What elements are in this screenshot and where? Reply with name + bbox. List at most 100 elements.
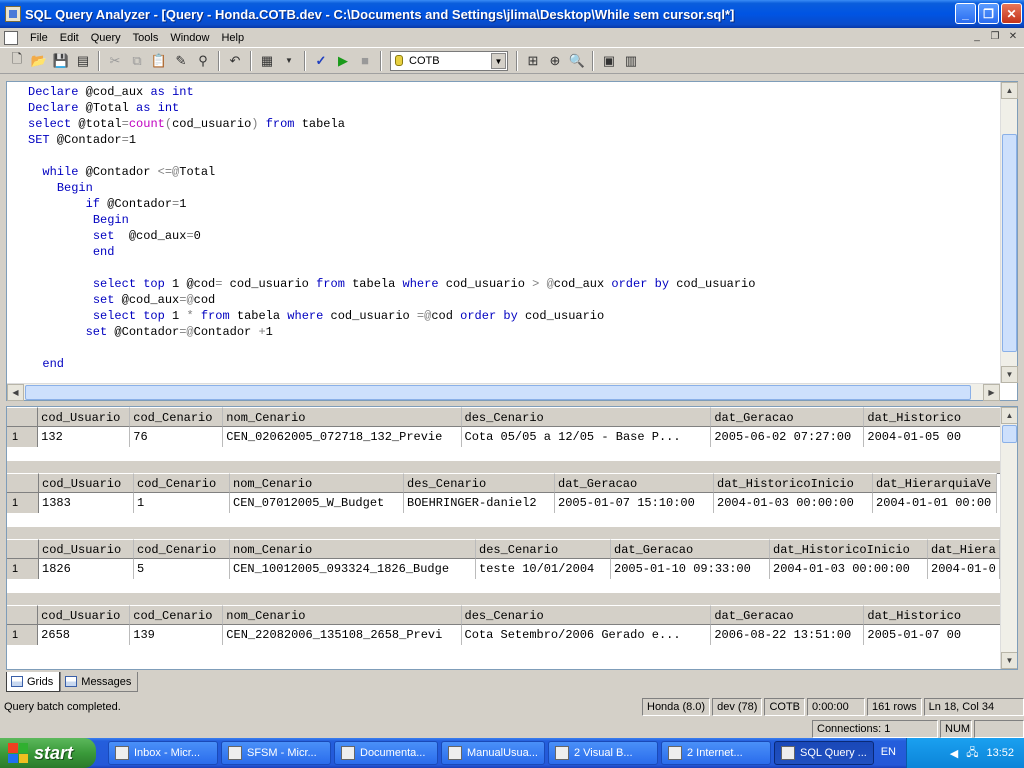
tray-arrow-icon[interactable]: ◀ [950, 747, 958, 760]
result-grid-2[interactable]: cod_Usuario cod_Cenario nom_Cenario des_… [7, 473, 1001, 513]
table-cell[interactable]: Cota 05/05 a 12/05 - Base P... [462, 427, 712, 447]
column-header[interactable]: dat_Geracao [711, 407, 865, 427]
column-header[interactable]: nom_Cenario [223, 407, 462, 427]
open-icon[interactable]: 📂 [28, 50, 50, 72]
table-cell[interactable]: 1383 [39, 493, 134, 513]
row-index[interactable]: 1 [7, 625, 39, 645]
column-header[interactable]: cod_Usuario [39, 539, 134, 559]
parse-icon[interactable]: ✓ [310, 50, 332, 72]
task-inbox[interactable]: Inbox - Micr... [108, 741, 218, 765]
table-cell[interactable]: 2005-01-07 15:10:00 [555, 493, 714, 513]
code-line[interactable]: Declare @cod_aux as int [28, 84, 755, 100]
task-visual-basic[interactable]: 2 Visual B... [548, 741, 658, 765]
task-sfsm[interactable]: SFSM - Micr... [221, 741, 331, 765]
new-query-icon[interactable]: 🗋 [6, 50, 28, 72]
table-cell[interactable]: CEN_22082006_135108_2658_Previ [223, 625, 462, 645]
code-line[interactable]: select top 1 * from tabela where cod_usu… [28, 308, 755, 324]
table-cell[interactable]: 2005-06-02 07:27:00 [711, 427, 865, 447]
table-cell[interactable]: CEN_02062005_072718_132_Previe [223, 427, 462, 447]
object-browser-icon[interactable]: ⊞ [522, 50, 544, 72]
scroll-down-icon[interactable]: ▼ [1001, 652, 1017, 669]
table-cell[interactable]: 2005-01-07 00 [864, 625, 1001, 645]
object-search-icon[interactable]: ⊕ [544, 50, 566, 72]
table-row[interactable]: 1 2658 139 CEN_22082006_135108_2658_Prev… [7, 625, 1001, 645]
network-icon[interactable]: 🖧 [966, 744, 978, 763]
menu-help[interactable]: Help [215, 32, 250, 44]
scroll-thumb-horizontal[interactable] [25, 385, 971, 400]
grid-splitter[interactable] [7, 460, 1001, 474]
column-header[interactable]: dat_Geracao [611, 539, 770, 559]
table-cell[interactable]: CEN_10012005_093324_1826_Budge [230, 559, 476, 579]
table-cell[interactable]: 2658 [38, 625, 131, 645]
mdi-restore-button[interactable]: ❐ [988, 30, 1002, 44]
code-line[interactable]: Begin [28, 180, 755, 196]
results-vertical-scrollbar[interactable]: ▲ ▼ [1000, 407, 1017, 669]
table-cell[interactable]: 2004-01-05 00 [864, 427, 1001, 447]
scroll-up-icon[interactable]: ▲ [1001, 407, 1017, 424]
column-header[interactable]: dat_Geracao [555, 473, 714, 493]
code-line[interactable] [28, 340, 755, 356]
find-icon[interactable]: ⚲ [192, 50, 214, 72]
code-line[interactable]: Declare @Total as int [28, 100, 755, 116]
scroll-thumb[interactable] [1002, 134, 1017, 352]
task-internet[interactable]: 2 Internet... [661, 741, 771, 765]
app-icon[interactable] [5, 6, 21, 22]
column-header[interactable]: cod_Usuario [38, 407, 131, 427]
code-line[interactable]: select top 1 @cod= cod_usuario from tabe… [28, 276, 756, 292]
tab-messages[interactable]: Messages [60, 672, 139, 692]
table-cell[interactable]: CEN_07012005_W_Budget [230, 493, 404, 513]
object-properties-icon[interactable]: 🔍 [566, 50, 588, 72]
table-cell[interactable]: teste 10/01/2004 [476, 559, 611, 579]
table-cell[interactable]: 2004-01-01 00:00 [873, 493, 997, 513]
menu-tools[interactable]: Tools [127, 32, 165, 44]
result-grid-1[interactable]: cod_Usuario cod_Cenario nom_Cenario des_… [7, 407, 1001, 447]
row-index[interactable]: 1 [7, 427, 39, 447]
row-index[interactable]: 1 [7, 493, 39, 513]
chevron-down-icon[interactable]: ▼ [491, 52, 506, 69]
clear-icon[interactable]: ✎ [170, 50, 192, 72]
column-header[interactable]: dat_HierarquiaVe [873, 473, 997, 493]
table-cell[interactable]: 2006-08-22 13:51:00 [711, 625, 865, 645]
maximize-button[interactable]: ❐ [978, 3, 999, 24]
template-icon[interactable]: ▥ [620, 50, 642, 72]
start-button[interactable]: start [0, 738, 96, 768]
column-header[interactable]: cod_Cenario [130, 407, 224, 427]
table-cell[interactable]: Cota Setembro/2006 Gerado e... [462, 625, 712, 645]
column-header[interactable]: dat_Geracao [711, 605, 865, 625]
column-header[interactable]: nom_Cenario [223, 605, 462, 625]
table-row[interactable]: 1 1826 5 CEN_10012005_093324_1826_Budge … [7, 559, 1001, 579]
table-cell[interactable]: 2004-01-03 00:00:00 [714, 493, 873, 513]
column-header[interactable]: des_Cenario [461, 407, 712, 427]
language-indicator[interactable]: EN [881, 746, 896, 758]
editor-horizontal-scrollbar[interactable]: ◀ ▶ [7, 383, 1000, 401]
table-cell[interactable]: 132 [38, 427, 131, 447]
column-header[interactable]: dat_HistoricoInicio [714, 473, 873, 493]
column-header[interactable]: des_Cenario [404, 473, 555, 493]
minimize-button[interactable]: _ [955, 3, 976, 24]
table-row[interactable]: 1 1383 1 CEN_07012005_W_Budget BOEHRINGE… [7, 493, 1001, 513]
scroll-down-icon[interactable]: ▼ [1001, 366, 1018, 383]
code-line[interactable] [28, 260, 755, 276]
results-mode-dropdown-icon[interactable]: ▼ [278, 50, 300, 72]
code-line[interactable]: select @total=count(cod_usuario) from ta… [28, 116, 755, 132]
scroll-up-icon[interactable]: ▲ [1001, 82, 1018, 99]
column-header[interactable]: dat_Historico [864, 407, 1001, 427]
menu-window[interactable]: Window [164, 32, 215, 44]
column-header[interactable]: des_Cenario [461, 605, 712, 625]
row-index[interactable]: 1 [7, 559, 39, 579]
load-icon[interactable]: ▤ [72, 50, 94, 72]
code-line[interactable]: set @cod_aux=0 [28, 228, 755, 244]
mdi-minimize-button[interactable]: _ [970, 30, 984, 44]
undo-icon[interactable]: ↶ [224, 50, 246, 72]
query-text[interactable]: Declare @cod_aux as int Declare @Total as… [28, 84, 755, 372]
menu-file[interactable]: File [24, 32, 54, 44]
editor-vertical-scrollbar[interactable]: ▲ ▼ [1000, 82, 1018, 383]
table-cell[interactable]: BOEHRINGER-daniel2 [404, 493, 555, 513]
table-cell[interactable]: 5 [134, 559, 230, 579]
column-header[interactable]: cod_Cenario [134, 539, 230, 559]
table-cell[interactable]: 2004-01-0 [928, 559, 1000, 579]
code-line[interactable]: set @cod_aux=@cod [28, 292, 755, 308]
database-select[interactable]: COTB ▼ [390, 50, 508, 71]
document-icon[interactable] [4, 30, 18, 45]
column-header[interactable]: nom_Cenario [230, 473, 404, 493]
